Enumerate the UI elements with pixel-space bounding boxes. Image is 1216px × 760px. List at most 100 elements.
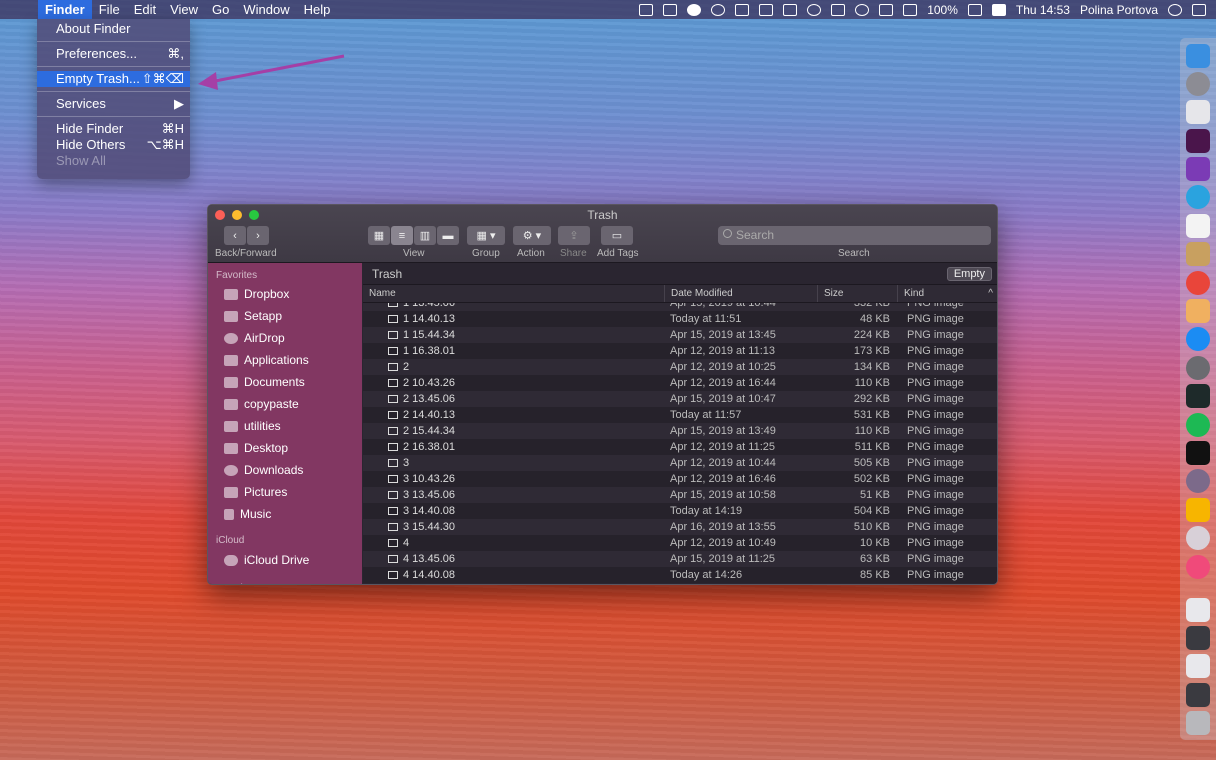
table-row[interactable]: 4 14.40.08 Today at 14:26 85 KB PNG image [363,567,997,583]
time-machine-icon[interactable] [807,3,822,16]
screenshot-icon[interactable] [639,3,654,16]
menu-view[interactable]: View [163,0,205,19]
clock[interactable]: Thu 14:53 [1016,3,1070,17]
notes-dock-icon[interactable] [1186,242,1210,266]
notification-center-icon[interactable] [1192,3,1206,16]
menu-go[interactable]: Go [205,0,236,19]
table-row[interactable]: 1 13.45.06 Apr 15, 2019 at 10:44 332 KB PNG… [363,303,997,311]
menu-help[interactable]: Help [297,0,338,19]
bluetooth-icon[interactable] [855,3,870,16]
paw-app-dock-icon[interactable] [1186,299,1210,323]
column-date-modified[interactable]: Date Modified [665,285,818,302]
app-dock-icon[interactable] [1186,469,1210,493]
activity-monitor-dock-icon[interactable] [1186,384,1210,408]
window-thumbnail-icon[interactable] [1186,626,1210,650]
onenote-dock-icon[interactable] [1186,157,1210,181]
window-thumbnail-icon[interactable] [1186,654,1210,678]
table-row[interactable]: 2 15.44.34 Apr 15, 2019 at 13:49 110 KB PNG… [363,423,997,439]
forward-button[interactable]: › [247,226,269,245]
empty-trash-button[interactable]: Empty [946,266,992,281]
sidebar-item-dropbox[interactable]: Dropbox [208,283,362,305]
spotlight-search-icon[interactable] [1168,3,1182,16]
chrome-dock-icon[interactable] [1186,271,1210,295]
user-name[interactable]: Polina Portova [1080,3,1158,17]
search-input[interactable]: Search [718,226,991,245]
table-row[interactable]: 2 14.40.13 Today at 11:57 531 KB PNG image [363,407,997,423]
sidebar-item-setapp[interactable]: Setapp [208,305,362,327]
about-finder-item[interactable]: About Finder [37,21,190,37]
menu-edit[interactable]: Edit [127,0,163,19]
apple-menu-icon[interactable] [0,0,38,19]
app-store-dock-icon[interactable] [1186,327,1210,351]
table-row[interactable]: 1 15.44.34 Apr 15, 2019 at 13:45 224 KB PNG… [363,327,997,343]
table-row[interactable]: 3 10.43.26 Apr 12, 2019 at 16:46 502 KB PNG… [363,471,997,487]
telegram-dock-icon[interactable] [1186,185,1210,209]
window-thumbnail-icon[interactable] [1186,598,1210,622]
preferences-item[interactable]: Preferences... ⌘, [37,46,190,62]
table-row[interactable]: 3 14.40.08 Today at 14:19 504 KB PNG image [363,503,997,519]
menu-finder[interactable]: Finder [38,0,92,19]
sketch-dock-icon[interactable] [1186,498,1210,522]
share-button[interactable]: ⇪ [558,226,590,245]
group-button[interactable]: ▦ ▾ [467,226,505,245]
sidebar-item-music[interactable]: Music [208,503,362,525]
arrow-status-icon[interactable] [783,3,798,16]
window-thumbnail-icon[interactable] [1186,683,1210,707]
table-row[interactable]: 3 Apr 12, 2019 at 10:44 505 KB PNG image [363,455,997,471]
terminal-dock-icon[interactable] [1186,441,1210,465]
empty-trash-item[interactable]: Empty Trash... ⇧⌘⌫ [37,71,190,87]
table-row[interactable]: 4 13.45.06 Apr 15, 2019 at 11:25 63 KB PNG … [363,551,997,567]
setapp-dock-icon[interactable] [1186,526,1210,550]
table-row[interactable]: 1 14.40.13 Today at 11:51 48 KB PNG image [363,311,997,327]
list-view-button[interactable]: ≡ [391,226,413,245]
hide-others-item[interactable]: Hide Others ⌥⌘H [37,137,190,153]
column-name[interactable]: Name [363,285,665,302]
slack-dock-icon[interactable] [1186,129,1210,153]
menu-file[interactable]: File [92,0,127,19]
battery-percent[interactable]: 100% [927,3,958,17]
launchpad-dock-icon[interactable] [1186,72,1210,96]
trash-dock-icon[interactable] [1186,711,1210,735]
add-tags-button[interactable]: ▭ [601,226,633,245]
column-size[interactable]: Size [818,285,898,302]
table-row[interactable]: 3 15.44.30 Apr 16, 2019 at 13:55 510 KB PNG… [363,519,997,535]
sidebar-item-downloads[interactable]: Downloads [208,459,362,481]
sidebar-item-utilities[interactable]: utilities [208,415,362,437]
table-row[interactable]: 2 10.43.26 Apr 12, 2019 at 16:44 110 KB PNG… [363,375,997,391]
spotify-dock-icon[interactable] [1186,413,1210,437]
wifi-icon[interactable] [879,3,894,16]
battery-icon[interactable] [967,3,982,16]
sidebar-item-airdrop[interactable]: AirDrop [208,327,362,349]
dropbox-status-icon[interactable] [663,3,678,16]
column-kind[interactable]: Kind ^ [898,285,997,302]
table-row[interactable]: 1 16.38.01 Apr 12, 2019 at 11:13 173 KB PNG… [363,343,997,359]
sidebar-item-documents[interactable]: Documents [208,371,362,393]
volume-icon[interactable] [903,3,918,16]
finder-dock-icon[interactable] [1186,44,1210,68]
column-view-button[interactable]: ▥ [414,226,436,245]
services-item[interactable]: Services ▶ [37,96,190,112]
sidebar-item-pictures[interactable]: Pictures [208,481,362,503]
menu-window[interactable]: Window [236,0,296,19]
sidebar-item-icloud-drive[interactable]: iCloud Drive [208,549,362,571]
gallery-view-button[interactable]: ▬ [437,226,459,245]
dropbox-icon[interactable] [759,3,774,16]
system-preferences-dock-icon[interactable] [1186,356,1210,380]
table-row[interactable]: 2 16.38.01 Apr 12, 2019 at 11:25 511 KB PNG… [363,439,997,455]
table-row[interactable]: 2 13.45.06 Apr 15, 2019 at 10:47 292 KB PNG… [363,391,997,407]
table-row[interactable]: 2 Apr 12, 2019 at 10:25 134 KB PNG image [363,359,997,375]
hide-finder-item[interactable]: Hide Finder ⌘H [37,121,190,137]
action-button[interactable]: ⚙ ▾ [513,226,551,245]
icon-view-button[interactable]: ▦ [368,226,390,245]
cloud-status-icon[interactable] [711,3,726,16]
sidebar-item-applications[interactable]: Applications [208,349,362,371]
table-row[interactable]: 4 Apr 12, 2019 at 10:49 10 KB PNG image [363,535,997,551]
sidebar-item-copypaste[interactable]: copypaste [208,393,362,415]
preview-dock-icon[interactable] [1186,100,1210,124]
back-button[interactable]: ‹ [224,226,246,245]
table-row[interactable]: 3 13.45.06 Apr 15, 2019 at 10:58 51 KB PNG … [363,487,997,503]
telegram-status-icon[interactable] [687,3,702,16]
input-source-icon[interactable] [991,3,1006,16]
calendar-dock-icon[interactable] [1186,214,1210,238]
sidebar-item-desktop[interactable]: Desktop [208,437,362,459]
